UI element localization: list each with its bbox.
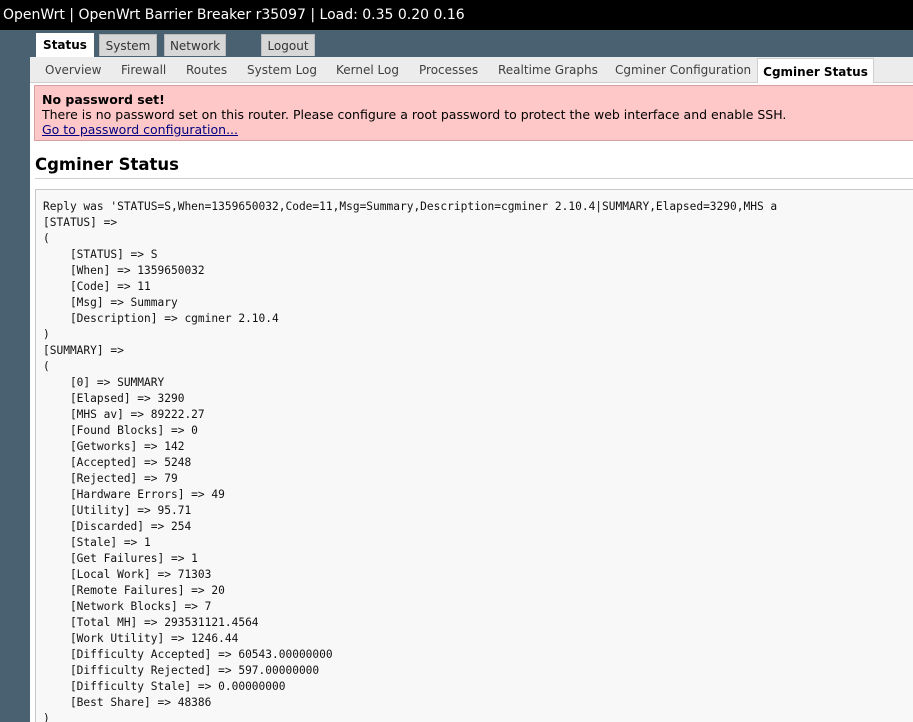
output-line: [Description] => cgminer 2.10.4 — [43, 312, 279, 325]
output-line: [MHS av] => 89222.27 — [43, 408, 205, 421]
no-password-alert: No password set! There is no password se… — [34, 85, 913, 141]
alert-message: There is no password set on this router.… — [42, 107, 787, 122]
title-divider — [35, 178, 913, 179]
page-title: Cgminer Status — [35, 155, 179, 174]
output-line: [Rejected] => 79 — [43, 472, 178, 485]
output-line: [Hardware Errors] => 49 — [43, 488, 225, 501]
output-line: [Getworks] => 142 — [43, 440, 185, 453]
subtab-firewall[interactable]: Firewall — [121, 57, 166, 83]
header-title: OpenWrt | OpenWrt Barrier Breaker r35097… — [3, 7, 465, 23]
output-line: [Utility] => 95.71 — [43, 504, 192, 517]
tab-status[interactable]: Status — [36, 33, 94, 58]
cgminer-output-text: Reply was 'STATUS=S,When=1359650032,Code… — [36, 190, 913, 722]
output-line: [Remote Failures] => 20 — [43, 584, 225, 597]
logout-tab[interactable]: Logout — [261, 34, 315, 56]
output-line: [Elapsed] => 3290 — [43, 392, 185, 405]
output-line: [Msg] => Summary — [43, 296, 178, 309]
output-line: [Local Work] => 71303 — [43, 568, 212, 581]
output-line: [Total MH] => 293531121.4564 — [43, 616, 259, 629]
content-area: Overview Firewall Routes System Log Kern… — [30, 57, 913, 722]
output-line: [STATUS] => S — [43, 248, 158, 261]
output-line: [Code] => 11 — [43, 280, 151, 293]
output-line: [Difficulty Accepted] => 60543.00000000 — [43, 648, 333, 661]
subtab-kernel-log[interactable]: Kernel Log — [336, 57, 399, 83]
output-line: [Work Utility] => 1246.44 — [43, 632, 239, 645]
output-line: [Accepted] => 5248 — [43, 456, 192, 469]
subtab-routes[interactable]: Routes — [186, 57, 227, 83]
tab-network[interactable]: Network — [164, 34, 226, 56]
window-title-bar: OpenWrt | OpenWrt Barrier Breaker r35097… — [0, 0, 913, 30]
output-line: [Best Share] => 48386 — [43, 696, 212, 709]
subtab-cgminer-configuration[interactable]: Cgminer Configuration — [615, 57, 751, 83]
output-line: [STATUS] => — [43, 216, 118, 229]
output-line: ) — [43, 712, 50, 722]
output-line: ( — [43, 232, 50, 245]
output-line: ( — [43, 360, 50, 373]
output-line: [Difficulty Stale] => 0.00000000 — [43, 680, 286, 693]
cgminer-output-panel: Reply was 'STATUS=S,When=1359650032,Code… — [35, 189, 913, 722]
subtab-system-log[interactable]: System Log — [247, 57, 317, 83]
output-line: [SUMMARY] => — [43, 344, 124, 357]
subtab-processes[interactable]: Processes — [419, 57, 478, 83]
output-line: [Get Failures] => 1 — [43, 552, 198, 565]
output-line: [Difficulty Rejected] => 597.00000000 — [43, 664, 320, 677]
subtab-cgminer-status[interactable]: Cgminer Status — [757, 58, 874, 83]
output-line: [Found Blocks] => 0 — [43, 424, 198, 437]
output-line: [When] => 1359650032 — [43, 264, 205, 277]
output-line: [Network Blocks] => 7 — [43, 600, 212, 613]
output-line: [0] => SUMMARY — [43, 376, 165, 389]
main-tab-bar: Status System Network Logout — [30, 30, 913, 58]
subtab-overview[interactable]: Overview — [45, 57, 102, 83]
output-line: [Discarded] => 254 — [43, 520, 192, 533]
subtab-realtime-graphs[interactable]: Realtime Graphs — [498, 57, 598, 83]
reply-line: Reply was 'STATUS=S,When=1359650032,Code… — [43, 200, 778, 213]
sub-tab-bar: Overview Firewall Routes System Log Kern… — [30, 57, 913, 83]
tab-system[interactable]: System — [99, 34, 157, 56]
output-line: [Stale] => 1 — [43, 536, 151, 549]
password-config-link[interactable]: Go to password configuration... — [42, 122, 913, 137]
output-line: ) — [43, 328, 50, 341]
alert-title: No password set! — [42, 92, 165, 107]
